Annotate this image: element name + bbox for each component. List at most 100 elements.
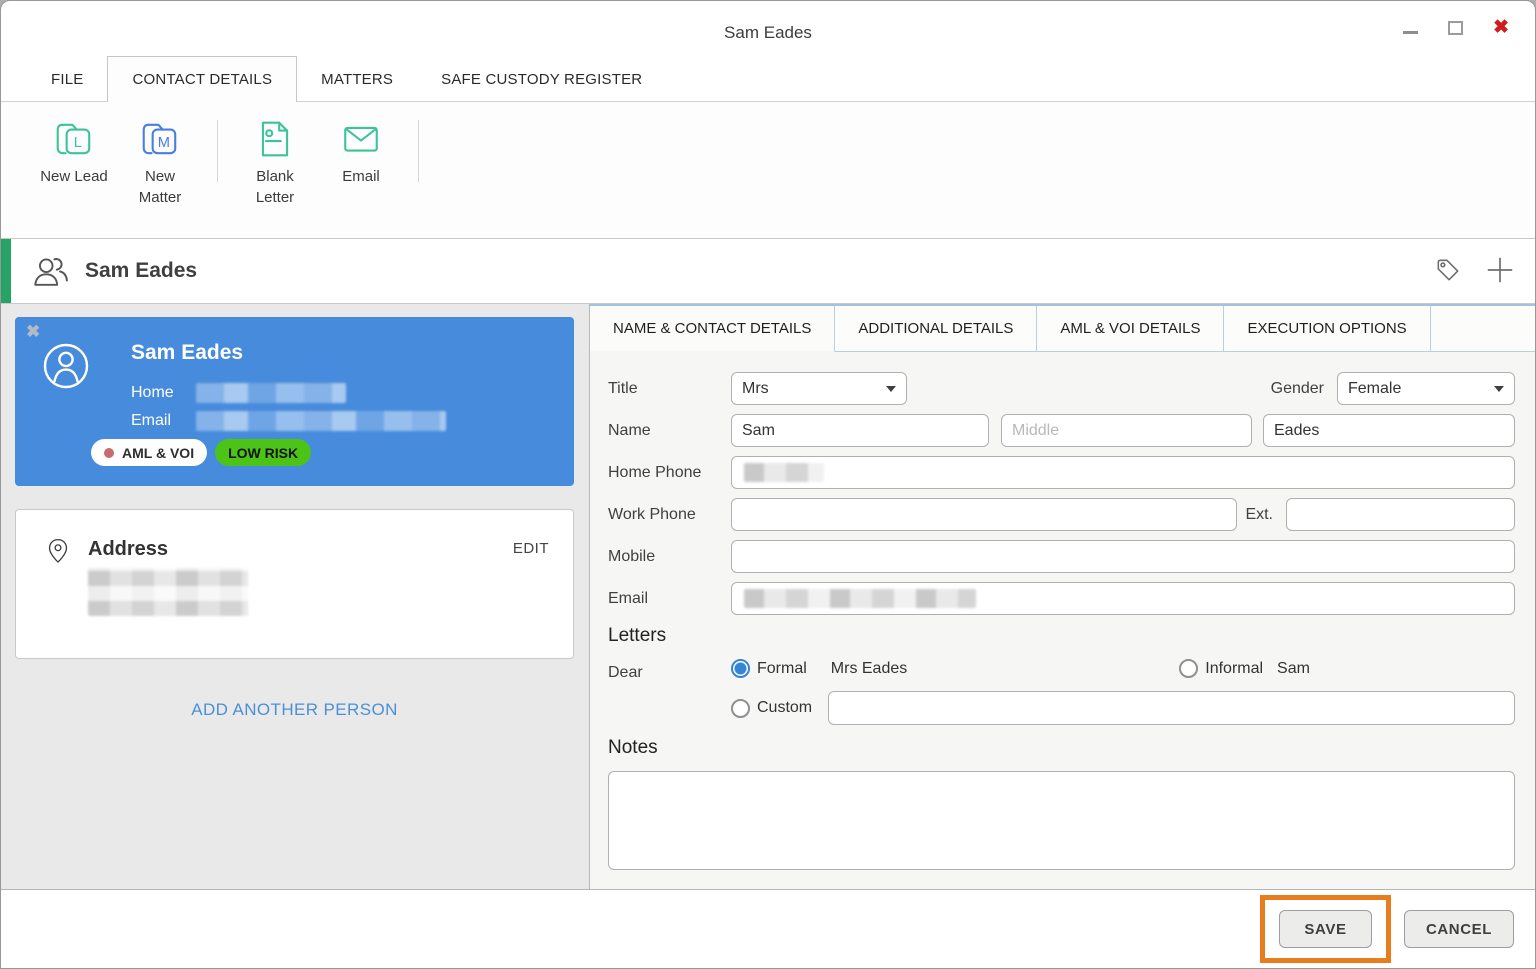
save-highlight-annotation: SAVE xyxy=(1260,895,1391,963)
svg-text:M: M xyxy=(158,135,170,151)
redacted-email-value xyxy=(744,589,976,608)
add-another-person-link[interactable]: ADD ANOTHER PERSON xyxy=(15,700,574,720)
location-pin-icon xyxy=(45,534,71,568)
edit-address-link[interactable]: EDIT xyxy=(513,540,549,557)
address-card: Address EDIT xyxy=(15,509,574,659)
blank-letter-label: Blank Letter xyxy=(255,168,295,206)
menu-tab-bar: FILE CONTACT DETAILS MATTERS SAFE CUSTOD… xyxy=(1,56,1535,102)
menu-tab-matters[interactable]: MATTERS xyxy=(297,58,417,101)
home-phone-field[interactable] xyxy=(731,456,1515,489)
maximize-icon[interactable] xyxy=(1448,21,1464,35)
email-field-label: Email xyxy=(608,589,649,607)
ext-field[interactable] xyxy=(1286,498,1515,531)
custom-salutation-field[interactable] xyxy=(828,691,1515,725)
first-name-field[interactable] xyxy=(731,414,989,447)
home-phone-label: Home Phone xyxy=(608,463,702,481)
informal-radio-label: Informal xyxy=(1205,659,1264,677)
title-select-value: Mrs xyxy=(742,379,769,397)
low-risk-badge-label: LOW RISK xyxy=(228,444,299,461)
work-phone-field[interactable] xyxy=(731,498,1238,531)
aml-voi-badge[interactable]: AML & VOI xyxy=(91,439,208,466)
gender-select[interactable]: Female xyxy=(1337,372,1515,405)
informal-radio[interactable] xyxy=(1179,659,1199,678)
middle-name-field[interactable] xyxy=(1001,414,1252,447)
email-label: Email xyxy=(342,168,380,185)
title-select[interactable]: Mrs xyxy=(731,372,907,405)
window-controls: ✖ xyxy=(1403,18,1509,37)
people-panel: ✖ Sam Eades Home Email AML & VOI LOW RIS… xyxy=(1,304,590,889)
detail-tab-bar: NAME & CONTACT DETAILS ADDITIONAL DETAIL… xyxy=(590,304,1535,352)
informal-salutation-value: Sam xyxy=(1277,659,1310,677)
menu-tab-contact-details[interactable]: CONTACT DETAILS xyxy=(107,56,298,102)
person-avatar-icon xyxy=(42,342,90,390)
notes-heading: Notes xyxy=(608,737,658,758)
work-phone-label: Work Phone xyxy=(608,505,696,523)
gender-label: Gender xyxy=(1270,379,1324,397)
aml-voi-badge-label: AML & VOI xyxy=(122,444,195,461)
ribbon-toolbar: L New Lead M New Matter Blank Letter Ema… xyxy=(1,102,1535,239)
ext-label: Ext. xyxy=(1245,505,1273,523)
email-button[interactable]: Email xyxy=(318,118,404,187)
gender-select-value: Female xyxy=(1348,379,1402,397)
svg-text:L: L xyxy=(74,135,82,151)
remove-person-icon[interactable]: ✖ xyxy=(26,322,40,342)
formal-radio[interactable] xyxy=(731,659,750,678)
new-lead-folder-icon: L xyxy=(53,118,95,160)
main-content: ✖ Sam Eades Home Email AML & VOI LOW RIS… xyxy=(1,303,1535,889)
home-phone-card-label: Home xyxy=(131,384,174,401)
ribbon-separator xyxy=(217,120,218,182)
new-lead-button[interactable]: L New Lead xyxy=(31,118,117,187)
close-icon[interactable]: ✖ xyxy=(1493,18,1509,37)
title-label: Title xyxy=(608,379,638,397)
cancel-button[interactable]: CANCEL xyxy=(1404,910,1514,948)
tab-additional-details[interactable]: ADDITIONAL DETAILS xyxy=(835,306,1038,351)
custom-radio[interactable] xyxy=(731,698,750,718)
window-title: Sam Eades xyxy=(724,23,812,42)
tab-aml-voi-details[interactable]: AML & VOI DETAILS xyxy=(1037,306,1225,351)
mobile-field[interactable] xyxy=(731,540,1515,573)
blank-letter-button[interactable]: Blank Letter xyxy=(232,118,318,208)
notes-field[interactable] xyxy=(608,771,1515,870)
dear-label: Dear xyxy=(608,664,643,681)
app-window: Sam Eades ✖ FILE CONTACT DETAILS MATTERS… xyxy=(0,0,1536,969)
custom-radio-label: Custom xyxy=(757,699,813,716)
save-button[interactable]: SAVE xyxy=(1279,910,1372,948)
detail-panel: NAME & CONTACT DETAILS ADDITIONAL DETAIL… xyxy=(590,304,1535,889)
green-accent-bar xyxy=(1,239,11,303)
ribbon-separator xyxy=(418,120,419,182)
address-card-title: Address xyxy=(88,538,169,560)
mobile-label: Mobile xyxy=(608,547,656,565)
chevron-down-icon xyxy=(886,385,896,392)
menu-tab-safe-custody-register[interactable]: SAFE CUSTODY REGISTER xyxy=(417,58,666,101)
redacted-home-phone-value xyxy=(744,463,824,482)
contact-header: Sam Eades xyxy=(1,239,1535,303)
chevron-down-icon xyxy=(1494,385,1504,392)
new-matter-label: New Matter xyxy=(138,168,182,206)
formal-salutation-value: Mrs Eades xyxy=(830,659,908,677)
plus-icon[interactable] xyxy=(1485,255,1515,285)
redacted-home-phone xyxy=(196,383,346,403)
menu-tab-file[interactable]: FILE xyxy=(27,58,107,101)
people-icon xyxy=(31,254,71,288)
name-contact-details-form: Title Mrs Gender Female Name Sam Middle … xyxy=(590,352,1535,889)
letters-heading: Letters xyxy=(608,625,667,646)
last-name-field[interactable] xyxy=(1263,414,1515,447)
person-card[interactable]: ✖ Sam Eades Home Email AML & VOI LOW RIS… xyxy=(15,317,574,486)
low-risk-badge: LOW RISK xyxy=(215,439,312,466)
email-field[interactable] xyxy=(731,582,1515,615)
tab-execution-options[interactable]: EXECUTION OPTIONS xyxy=(1224,306,1431,351)
email-card-label: Email xyxy=(131,412,172,429)
person-card-name: Sam Eades xyxy=(131,341,244,364)
new-lead-label: New Lead xyxy=(40,168,108,185)
formal-radio-label: Formal xyxy=(757,659,807,677)
minimize-icon[interactable] xyxy=(1403,30,1419,34)
name-label: Name xyxy=(608,421,651,439)
new-matter-folder-icon: M xyxy=(139,118,181,160)
title-bar: Sam Eades ✖ xyxy=(1,1,1535,58)
redacted-email xyxy=(196,411,446,431)
email-envelope-icon xyxy=(340,118,382,160)
tag-icon[interactable] xyxy=(1433,255,1463,285)
tab-name-contact-details[interactable]: NAME & CONTACT DETAILS xyxy=(590,306,836,352)
aml-status-dot-icon xyxy=(104,447,114,458)
new-matter-button[interactable]: M New Matter xyxy=(117,118,203,208)
